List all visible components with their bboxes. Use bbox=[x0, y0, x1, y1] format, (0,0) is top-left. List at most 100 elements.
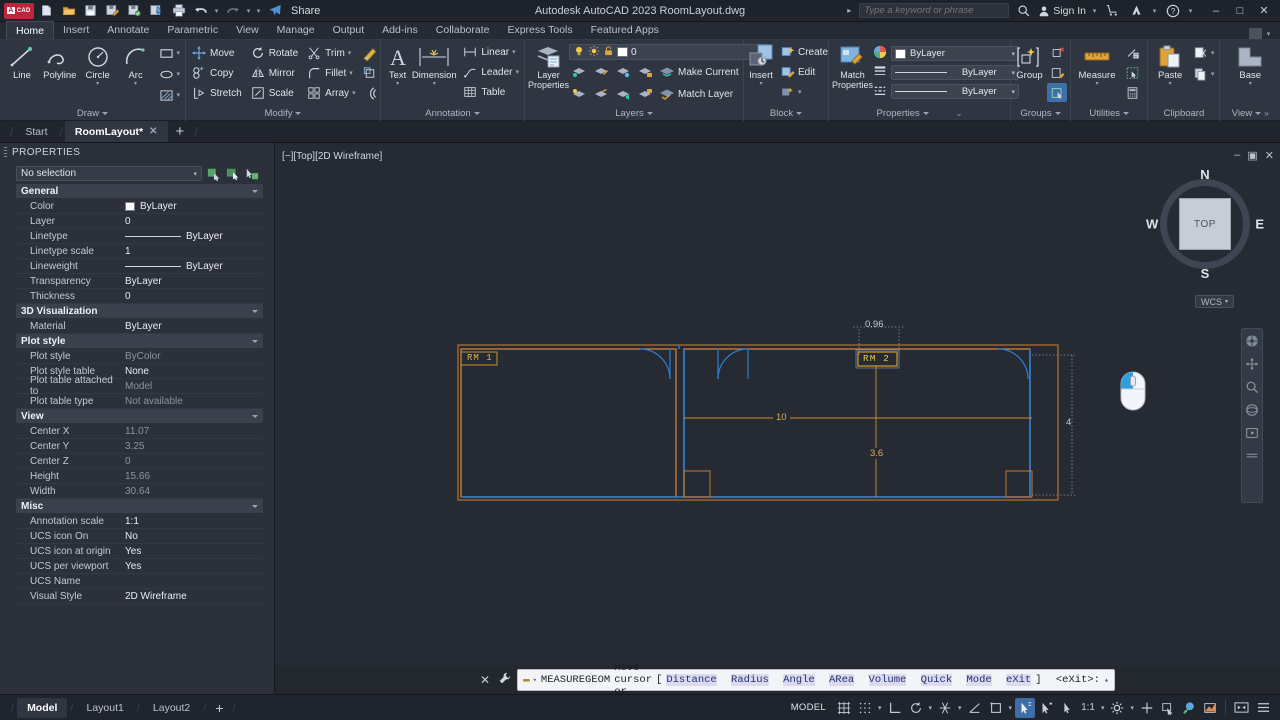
wcs-selector[interactable]: WCS ▾ bbox=[1195, 295, 1234, 308]
lineweight-icon[interactable] bbox=[1036, 698, 1056, 718]
tab-parametric[interactable]: Parametric bbox=[158, 21, 227, 39]
close-button[interactable]: ✕ bbox=[1253, 1, 1275, 21]
panel-modify-title[interactable]: Modify bbox=[189, 106, 377, 121]
property-value[interactable]: None bbox=[121, 366, 263, 377]
snap-icon[interactable] bbox=[855, 698, 875, 718]
view-cube-north[interactable]: N bbox=[1200, 167, 1209, 182]
insert-dropdown-icon[interactable]: ▾ bbox=[759, 82, 762, 87]
osnap-dropdown-icon[interactable]: ▾ bbox=[1007, 704, 1015, 712]
panel-clipboard-title[interactable]: Clipboard bbox=[1151, 106, 1216, 121]
layer-freeze-icon[interactable] bbox=[591, 63, 611, 82]
modify-fillet-button[interactable]: Fillet ▾ bbox=[304, 63, 357, 83]
pan-icon[interactable] bbox=[1244, 356, 1260, 372]
room-label-rm1[interactable]: RM 1 bbox=[467, 353, 493, 363]
property-row-center-z[interactable]: Center Z 0 bbox=[16, 454, 263, 469]
nav-more-icon[interactable] bbox=[1244, 448, 1260, 464]
property-row-center-x[interactable]: Center X 11.07 bbox=[16, 424, 263, 439]
property-row-width[interactable]: Width 30.64 bbox=[16, 484, 263, 499]
property-value[interactable]: 1 bbox=[121, 246, 263, 257]
account-dropdown-icon[interactable]: ▾ bbox=[1091, 7, 1098, 15]
selection-caret-icon[interactable]: ▾ bbox=[193, 170, 197, 178]
quick-select-icon[interactable] bbox=[206, 166, 221, 181]
draw-circle-dropdown-icon[interactable]: ▾ bbox=[96, 82, 99, 87]
layer-turn-all-on-icon[interactable] bbox=[569, 85, 589, 104]
panel-draw-title[interactable]: Draw bbox=[3, 106, 182, 121]
property-group-general[interactable]: General bbox=[16, 184, 263, 199]
workspace-dropdown-icon[interactable]: ▾ bbox=[1128, 704, 1136, 712]
autocad-logo[interactable]: A CAD bbox=[4, 3, 34, 19]
search-input[interactable] bbox=[859, 3, 1009, 18]
block-insert-button[interactable]: Insert ▾ bbox=[747, 42, 775, 87]
property-row-height[interactable]: Height 15.66 bbox=[16, 469, 263, 484]
base-dropdown-icon[interactable]: ▾ bbox=[1249, 82, 1252, 87]
linetype-combo[interactable]: ByLayer ▾ bbox=[891, 84, 1019, 99]
panel-block-title[interactable]: Block bbox=[747, 106, 825, 121]
tab-manage[interactable]: Manage bbox=[268, 21, 324, 39]
undo-dropdown-icon[interactable]: ▾ bbox=[213, 7, 220, 15]
array-dropdown-icon[interactable]: ▾ bbox=[352, 89, 356, 97]
search-icon[interactable] bbox=[1014, 2, 1033, 20]
copy-clip-button[interactable]: ▾ bbox=[1191, 64, 1217, 84]
share-icon[interactable] bbox=[265, 2, 284, 20]
command-dropdown-icon[interactable]: ▾ bbox=[533, 676, 537, 685]
gear-icon[interactable] bbox=[1107, 698, 1127, 718]
command-keyword-area[interactable]: ARea bbox=[829, 674, 854, 686]
cut-button[interactable]: ▾ bbox=[1191, 43, 1217, 63]
selection-combo[interactable]: No selection ▾ bbox=[16, 166, 202, 181]
annotation-leader-button[interactable]: Leader ▾ bbox=[460, 62, 521, 82]
file-tab-roomlayout[interactable]: RoomLayout* ✕ bbox=[65, 121, 168, 142]
annotation-scale-value[interactable]: 1:1 bbox=[1078, 698, 1098, 718]
sign-in-button[interactable]: Sign In bbox=[1038, 5, 1086, 17]
cut-dropdown-icon[interactable]: ▾ bbox=[1211, 49, 1215, 57]
panel-properties-title[interactable]: Properties ⌄ bbox=[832, 106, 1007, 121]
command-keyword-radius[interactable]: Radius bbox=[731, 674, 769, 686]
layer-previous-icon[interactable] bbox=[613, 85, 633, 104]
annotation-dimension-button[interactable]: Dimension ▾ bbox=[411, 42, 457, 87]
tab-home[interactable]: Home bbox=[6, 21, 54, 39]
block-create-button[interactable]: Create bbox=[777, 42, 830, 62]
panel-layers-title[interactable]: Layers bbox=[528, 106, 740, 121]
minimize-button[interactable]: – bbox=[1205, 1, 1227, 21]
draw-rectangle-button[interactable]: ▾ bbox=[157, 43, 183, 63]
linetype-icon[interactable] bbox=[873, 83, 887, 100]
view-cube-south[interactable]: S bbox=[1201, 266, 1210, 281]
navigation-bar[interactable] bbox=[1241, 328, 1263, 503]
explode-icon[interactable] bbox=[360, 64, 380, 83]
property-value[interactable]: ByLayer bbox=[121, 231, 263, 242]
trim-dropdown-icon[interactable]: ▾ bbox=[348, 49, 352, 57]
draw-polyline-button[interactable]: Polyline bbox=[41, 42, 79, 81]
property-row-ucs-icon-origin[interactable]: UCS icon at origin Yes bbox=[16, 544, 263, 559]
polar-dropdown-icon[interactable]: ▾ bbox=[927, 704, 935, 712]
pickadd-icon[interactable] bbox=[244, 166, 259, 181]
modify-copy-button[interactable]: Copy bbox=[189, 63, 244, 83]
modify-trim-button[interactable]: Trim ▾ bbox=[304, 43, 357, 63]
property-group-misc[interactable]: Misc bbox=[16, 499, 263, 514]
property-group-3d-visualization[interactable]: 3D Visualization bbox=[16, 304, 263, 319]
rectangle-dropdown-icon[interactable]: ▾ bbox=[177, 49, 181, 57]
property-value[interactable]: ByLayer bbox=[121, 321, 263, 332]
draw-circle-button[interactable]: Circle ▾ bbox=[79, 42, 117, 87]
property-value[interactable]: 30.64 bbox=[121, 486, 263, 497]
property-value[interactable]: 1:1 bbox=[121, 516, 263, 527]
ribbon-display-icon[interactable] bbox=[1249, 28, 1262, 39]
property-row-material[interactable]: Material ByLayer bbox=[16, 319, 263, 334]
property-group-plot-style[interactable]: Plot style bbox=[16, 334, 263, 349]
showmotion-icon[interactable] bbox=[1244, 425, 1260, 441]
isodraft-dropdown-icon[interactable]: ▾ bbox=[956, 704, 964, 712]
property-row-visual-style[interactable]: Visual Style 2D Wireframe bbox=[16, 589, 263, 604]
property-value[interactable]: 3.25 bbox=[121, 441, 263, 452]
property-row-color[interactable]: Color ByLayer bbox=[16, 199, 263, 214]
modify-move-button[interactable]: Move bbox=[189, 43, 244, 63]
color-combo[interactable]: ByLayer ▾ bbox=[891, 46, 1019, 61]
view-cube-top-face[interactable]: TOP bbox=[1179, 198, 1231, 250]
ortho-icon[interactable] bbox=[885, 698, 905, 718]
annotation-scale-dropdown-icon[interactable]: ▾ bbox=[1099, 704, 1107, 712]
command-keyword-distance[interactable]: Distance bbox=[666, 674, 716, 686]
lineweight-stack-icon[interactable] bbox=[873, 64, 887, 81]
unlock-icon[interactable] bbox=[603, 45, 614, 60]
draw-line-button[interactable]: Line bbox=[3, 42, 41, 81]
offset-icon[interactable] bbox=[360, 84, 380, 103]
space-switch-button[interactable]: MODEL bbox=[784, 702, 833, 713]
modify-scale-button[interactable]: Scale bbox=[248, 83, 300, 103]
layer-color-swatch[interactable] bbox=[617, 47, 628, 57]
